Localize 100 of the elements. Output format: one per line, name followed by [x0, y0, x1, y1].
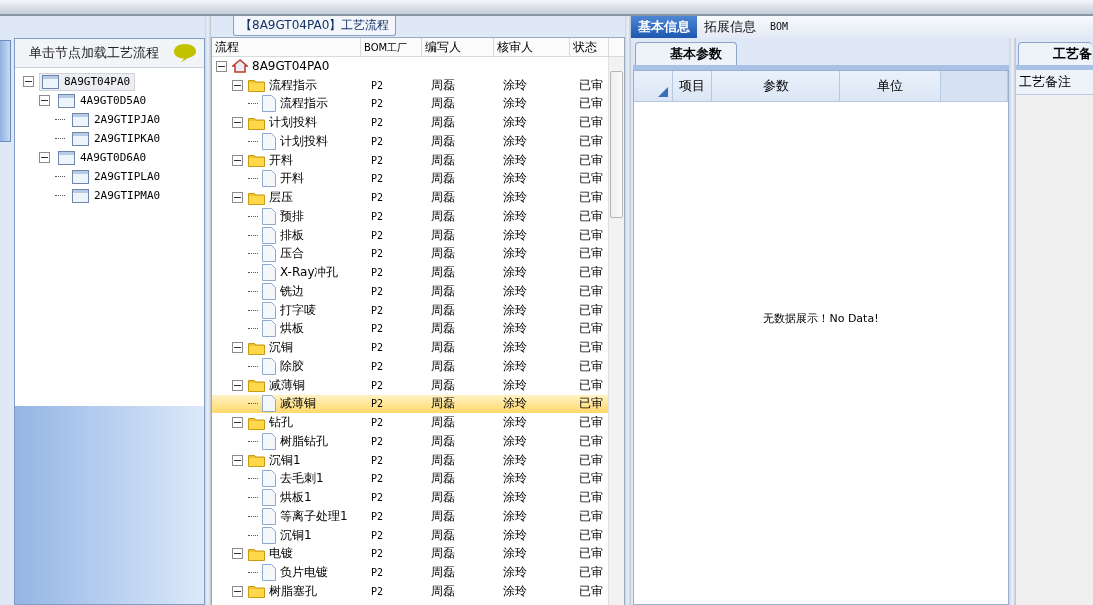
process-name: 负片电镀: [280, 564, 328, 582]
table-cell: 周磊: [431, 320, 455, 338]
collapse-icon[interactable]: [39, 95, 50, 106]
table-row[interactable]: 打字唛 P2 周磊 涂玲 已审: [212, 300, 609, 320]
table-cell: 已审: [579, 470, 603, 488]
document-icon: [262, 564, 276, 582]
column-header[interactable]: 项目: [673, 71, 712, 101]
table-cell: 涂玲: [503, 282, 527, 300]
table-cell: 周磊: [431, 489, 455, 507]
collapse-icon[interactable]: [39, 152, 50, 163]
table-row[interactable]: 开料 P2 周磊 涂玲 已审: [212, 150, 609, 170]
collapse-icon[interactable]: [232, 417, 243, 429]
table-row[interactable]: 烘板1 P2 周磊 涂玲 已审: [212, 488, 609, 507]
table-row[interactable]: 沉铜1 P2 周磊 涂玲 已审: [212, 450, 609, 470]
window-icon: [72, 131, 89, 146]
tree-node[interactable]: 2A9GTIPMA0: [69, 186, 166, 205]
tree-node[interactable]: 2A9GTIPJA0: [69, 110, 166, 129]
table-row[interactable]: 减薄铜 P2 周磊 涂玲 已审: [212, 394, 609, 414]
table-row[interactable]: 计划投料 P2 周磊 涂玲 已审: [212, 132, 609, 151]
collapse-icon[interactable]: [232, 79, 243, 91]
column-header[interactable]: 流程: [212, 38, 361, 56]
collapse-icon[interactable]: [232, 342, 243, 354]
table-row[interactable]: 8A9GT04PA0: [212, 57, 609, 76]
table-cell: P2: [371, 323, 384, 335]
collapse-icon[interactable]: [232, 379, 243, 391]
scrollbar[interactable]: [608, 57, 624, 605]
tree-node[interactable]: 2A9GTIPLA0: [69, 167, 166, 186]
table-cell: 周磊: [431, 189, 455, 207]
table-row[interactable]: 等离子处理1 P2 周磊 涂玲 已审: [212, 507, 609, 526]
column-header[interactable]: 状态: [570, 38, 609, 56]
table-cell: P2: [371, 379, 384, 391]
table-cell: P2: [371, 192, 384, 204]
process-name: 排板: [280, 226, 304, 244]
sub-tab[interactable]: 工艺备: [1018, 42, 1092, 65]
table-cell: 已审: [579, 489, 603, 507]
table-row[interactable]: 压合 P2 周磊 涂玲 已审: [212, 244, 609, 264]
tab[interactable]: 基本信息: [631, 16, 697, 38]
table-row[interactable]: 烘板 P2 周磊 涂玲 已审: [212, 319, 609, 339]
table-cell: P2: [371, 510, 384, 522]
table-row[interactable]: 钻孔 P2 周磊 涂玲 已审: [212, 413, 609, 432]
table-row[interactable]: 电镀 P2 周磊 涂玲 已审: [212, 544, 609, 564]
collapse-icon[interactable]: [232, 454, 243, 466]
table-cell: 涂玲: [503, 470, 527, 488]
window-icon: [58, 150, 75, 165]
table-cell: 周磊: [431, 414, 455, 432]
table-row[interactable]: 铣边 P2 周磊 涂玲 已审: [212, 282, 609, 301]
table-row[interactable]: 沉铜 P2 周磊 涂玲 已审: [212, 338, 609, 357]
table-cell: 涂玲: [503, 189, 527, 207]
tab[interactable]: 拓展信息: [697, 16, 763, 38]
window-icon: [72, 169, 89, 184]
column-header[interactable]: 参数: [712, 71, 840, 101]
collapse-icon[interactable]: [216, 60, 227, 72]
table-cell: 涂玲: [503, 320, 527, 338]
table-row[interactable]: 去毛刺1 P2 周磊 涂玲 已审: [212, 469, 609, 489]
table-cell: 涂玲: [503, 76, 527, 94]
table-cell: 涂玲: [503, 264, 527, 282]
process-name: 开料: [269, 151, 293, 169]
table-cell: P2: [371, 360, 384, 372]
table-row[interactable]: 开料 P2 周磊 涂玲 已审: [212, 169, 609, 189]
table-cell: 已审: [579, 320, 603, 338]
table-cell: 已审: [579, 301, 603, 319]
column-header[interactable]: BOM工厂: [360, 38, 422, 56]
collapse-icon[interactable]: [232, 548, 243, 560]
collapse-icon[interactable]: [232, 192, 243, 204]
collapse-icon[interactable]: [232, 117, 243, 129]
document-icon: [262, 470, 276, 488]
column-header[interactable]: 核审人: [494, 38, 570, 56]
process-name: 层压: [269, 189, 293, 207]
tree-node[interactable]: 4A9GT0D5A0: [55, 91, 152, 110]
tree-node[interactable]: 8A9GT04PA0: [39, 72, 136, 91]
table-row[interactable]: 层压 P2 周磊 涂玲 已审: [212, 188, 609, 207]
table-cell: P2: [371, 98, 384, 110]
table-cell: 已审: [579, 564, 603, 582]
table-cell: P2: [371, 229, 384, 241]
tree-node[interactable]: 4A9GT0D6A0: [55, 148, 152, 167]
table-row[interactable]: 计划投料 P2 周磊 涂玲 已审: [212, 113, 609, 132]
table-cell: 周磊: [431, 339, 455, 357]
tab[interactable]: BOM: [763, 16, 796, 38]
table-row[interactable]: 树脂塞孔 P2 周磊 涂玲 已审: [212, 582, 609, 601]
table-row[interactable]: X-Ray冲孔 P2 周磊 涂玲 已审: [212, 263, 609, 282]
table-cell: 周磊: [431, 264, 455, 282]
table-row[interactable]: 负片电镀 P2 周磊 涂玲 已审: [212, 563, 609, 582]
table-row[interactable]: 流程指示 P2 周磊 涂玲 已审: [212, 75, 609, 95]
table-row[interactable]: 沉铜1 P2 周磊 涂玲 已审: [212, 525, 609, 545]
collapse-icon[interactable]: [23, 76, 34, 87]
table-row[interactable]: 流程指示 P2 周磊 涂玲 已审: [212, 94, 609, 114]
sub-tab[interactable]: 基本参数: [635, 42, 737, 65]
table-row[interactable]: 减薄铜 P2 周磊 涂玲 已审: [212, 375, 609, 395]
table-cell: 周磊: [431, 376, 455, 394]
table-row[interactable]: 排板 P2 周磊 涂玲 已审: [212, 225, 609, 245]
tree-node[interactable]: 2A9GTIPKA0: [69, 129, 166, 148]
folder-icon: [248, 584, 265, 599]
collapse-icon[interactable]: [232, 154, 243, 166]
table-cell: 涂玲: [503, 507, 527, 525]
collapse-icon[interactable]: [232, 585, 243, 597]
table-row[interactable]: 除胶 P2 周磊 涂玲 已审: [212, 357, 609, 376]
table-row[interactable]: 树脂钻孔 P2 周磊 涂玲 已审: [212, 432, 609, 451]
column-header[interactable]: 编写人: [421, 38, 494, 56]
table-cell: 周磊: [431, 170, 455, 188]
table-row[interactable]: 预排 P2 周磊 涂玲 已审: [212, 207, 609, 226]
